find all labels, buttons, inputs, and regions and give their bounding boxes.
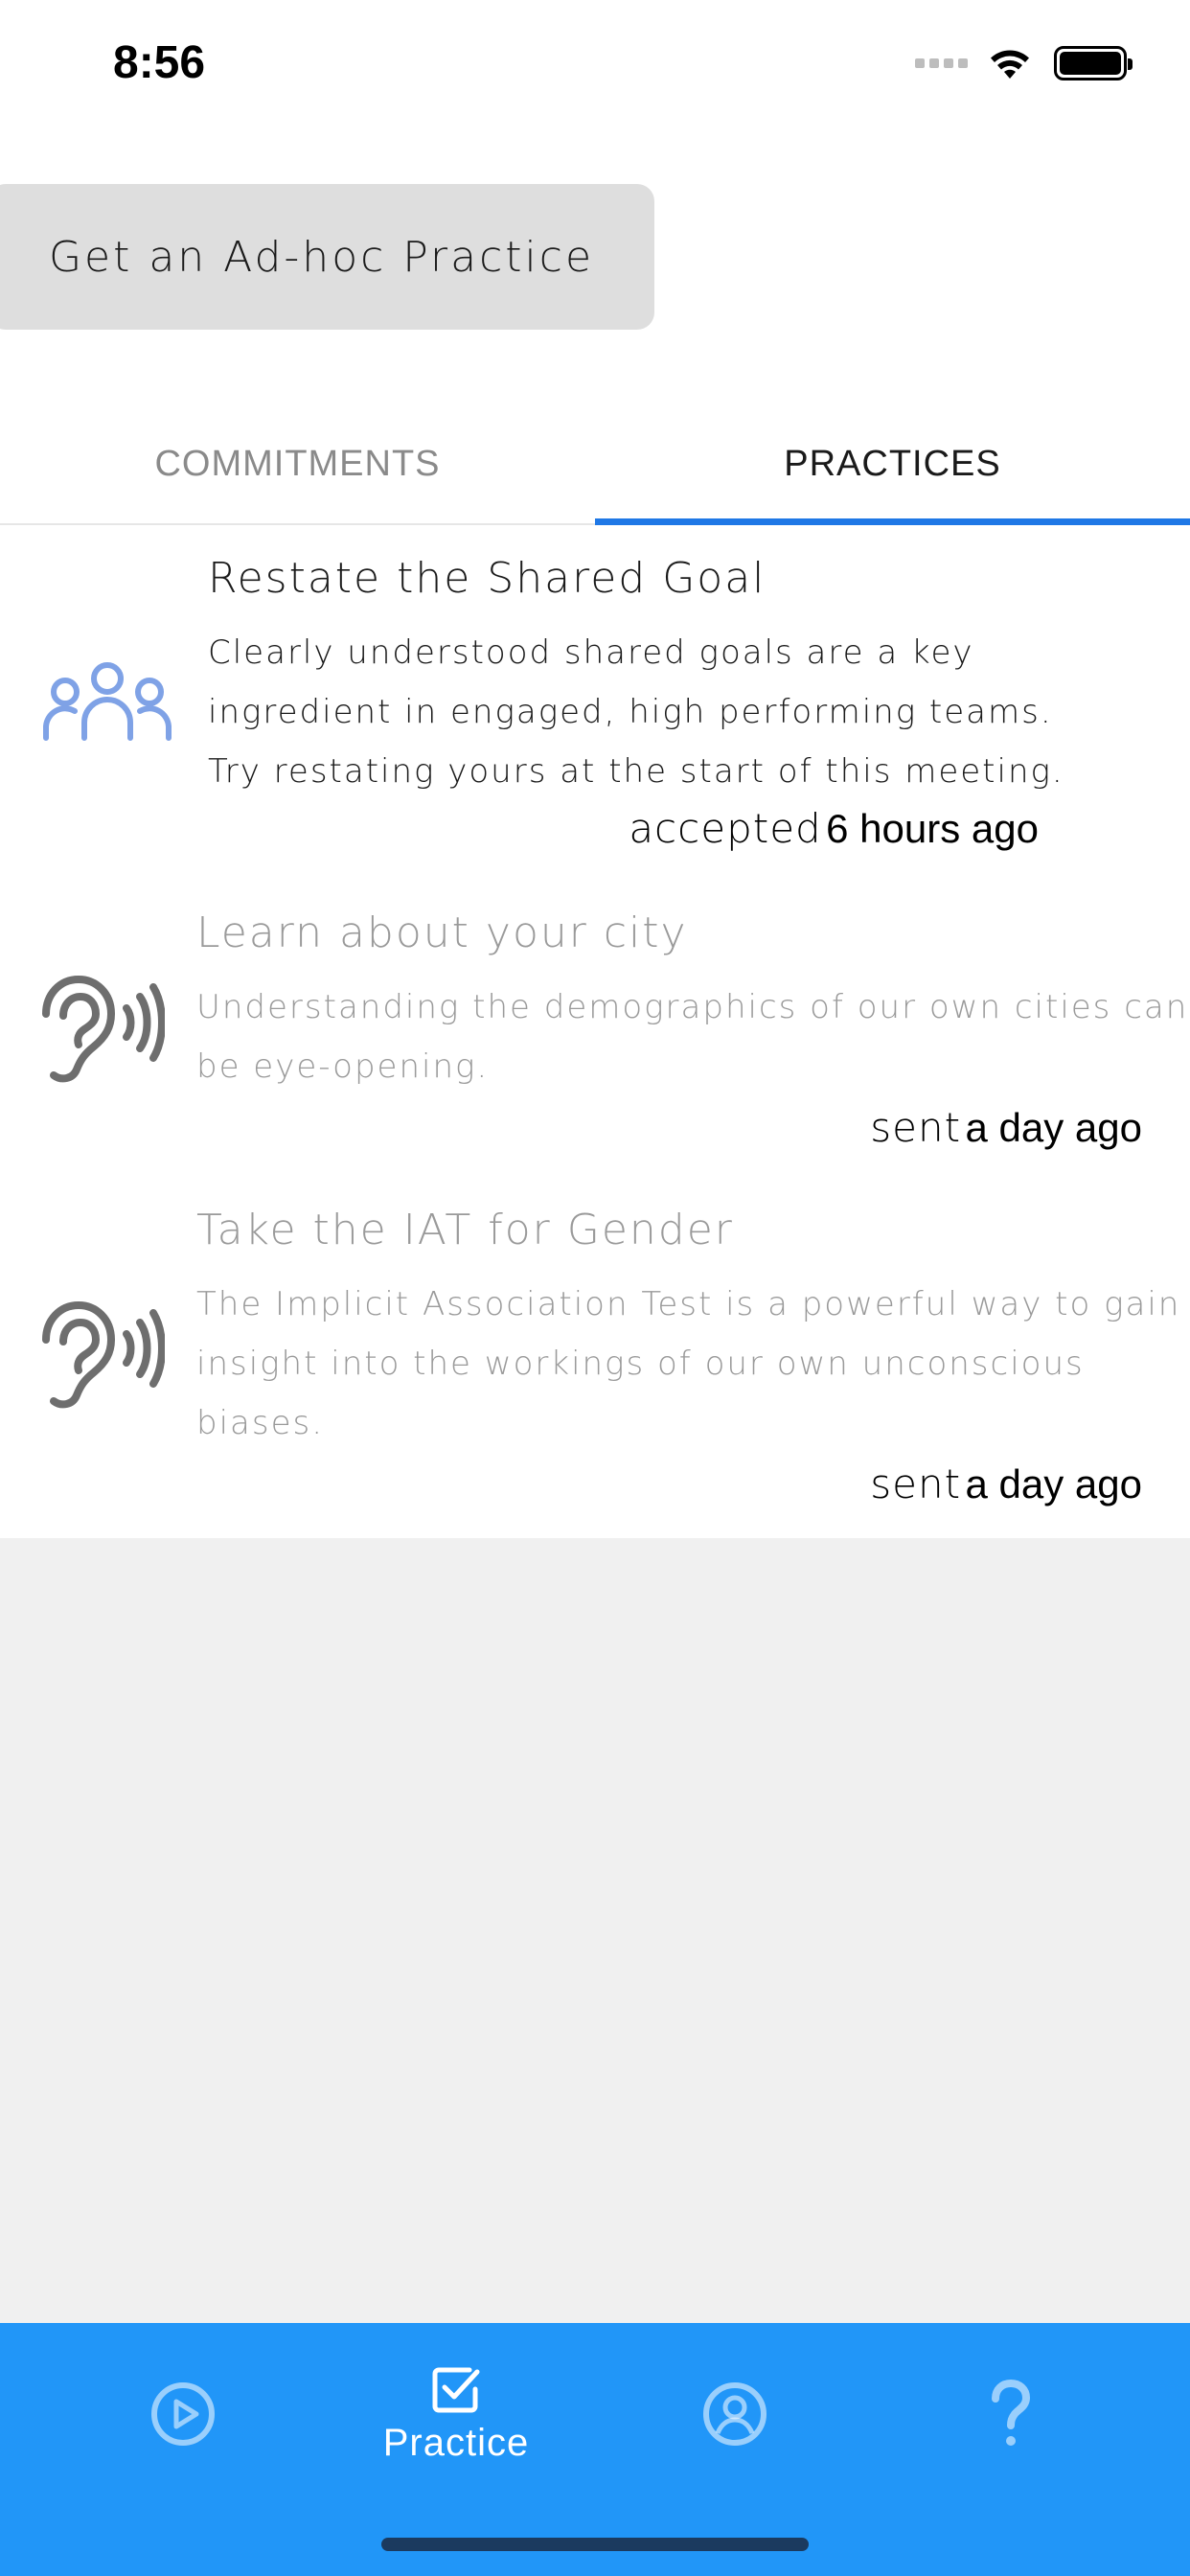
practice-description: Understanding the demographics of our ow… <box>196 988 1189 1086</box>
tab-bar-play[interactable] <box>34 2323 332 2505</box>
status-time: 8:56 <box>113 37 206 88</box>
tab-practices[interactable]: PRACTICES <box>595 402 1190 525</box>
tab-bar-profile[interactable] <box>586 2323 883 2505</box>
play-circle-icon <box>151 2382 215 2446</box>
practice-item[interactable]: Restate the Shared Goal Clearly understo… <box>0 537 1190 862</box>
practice-description: The Implicit Association Test is a power… <box>196 1285 1181 1442</box>
practice-status: accepted 6 hours ago <box>629 805 1039 852</box>
tab-selected-indicator <box>595 518 1190 525</box>
tab-commitments[interactable]: COMMITMENTS <box>0 402 595 525</box>
practice-status: sent a day ago <box>870 1460 1142 1507</box>
ear-icon <box>42 1301 165 1409</box>
wifi-icon <box>991 50 1029 79</box>
tab-bar-practice-label: Practice <box>382 2421 530 2464</box>
segment-tabs: COMMITMENTS PRACTICES <box>0 402 1190 525</box>
tab-bar-practice[interactable]: Practice <box>308 2323 605 2505</box>
profile-icon <box>703 2382 767 2446</box>
practice-item[interactable]: Take the IAT for Gender The Implicit Ass… <box>0 1188 1190 1533</box>
tab-bar-help[interactable] <box>862 2323 1159 2505</box>
cellular-signal-icon <box>915 58 968 68</box>
status-icons <box>915 42 1133 84</box>
practice-title: Restate the Shared Goal <box>208 554 767 603</box>
practice-title: Learn about your city <box>196 908 688 957</box>
get-adhoc-practice-button[interactable]: Get an Ad-hoc Practice <box>0 184 654 330</box>
practice-title: Take the IAT for Gender <box>196 1206 734 1254</box>
practice-item[interactable]: Learn about your city Understanding the … <box>0 891 1190 1179</box>
question-icon <box>992 2380 1031 2446</box>
team-icon <box>43 662 172 741</box>
practice-status: sent a day ago <box>870 1104 1142 1151</box>
ear-icon <box>42 976 165 1083</box>
battery-icon <box>1054 46 1133 80</box>
home-indicator <box>381 2538 809 2551</box>
practice-description: Clearly understood shared goals are a ke… <box>208 633 1064 791</box>
checkbox-icon <box>432 2367 480 2412</box>
